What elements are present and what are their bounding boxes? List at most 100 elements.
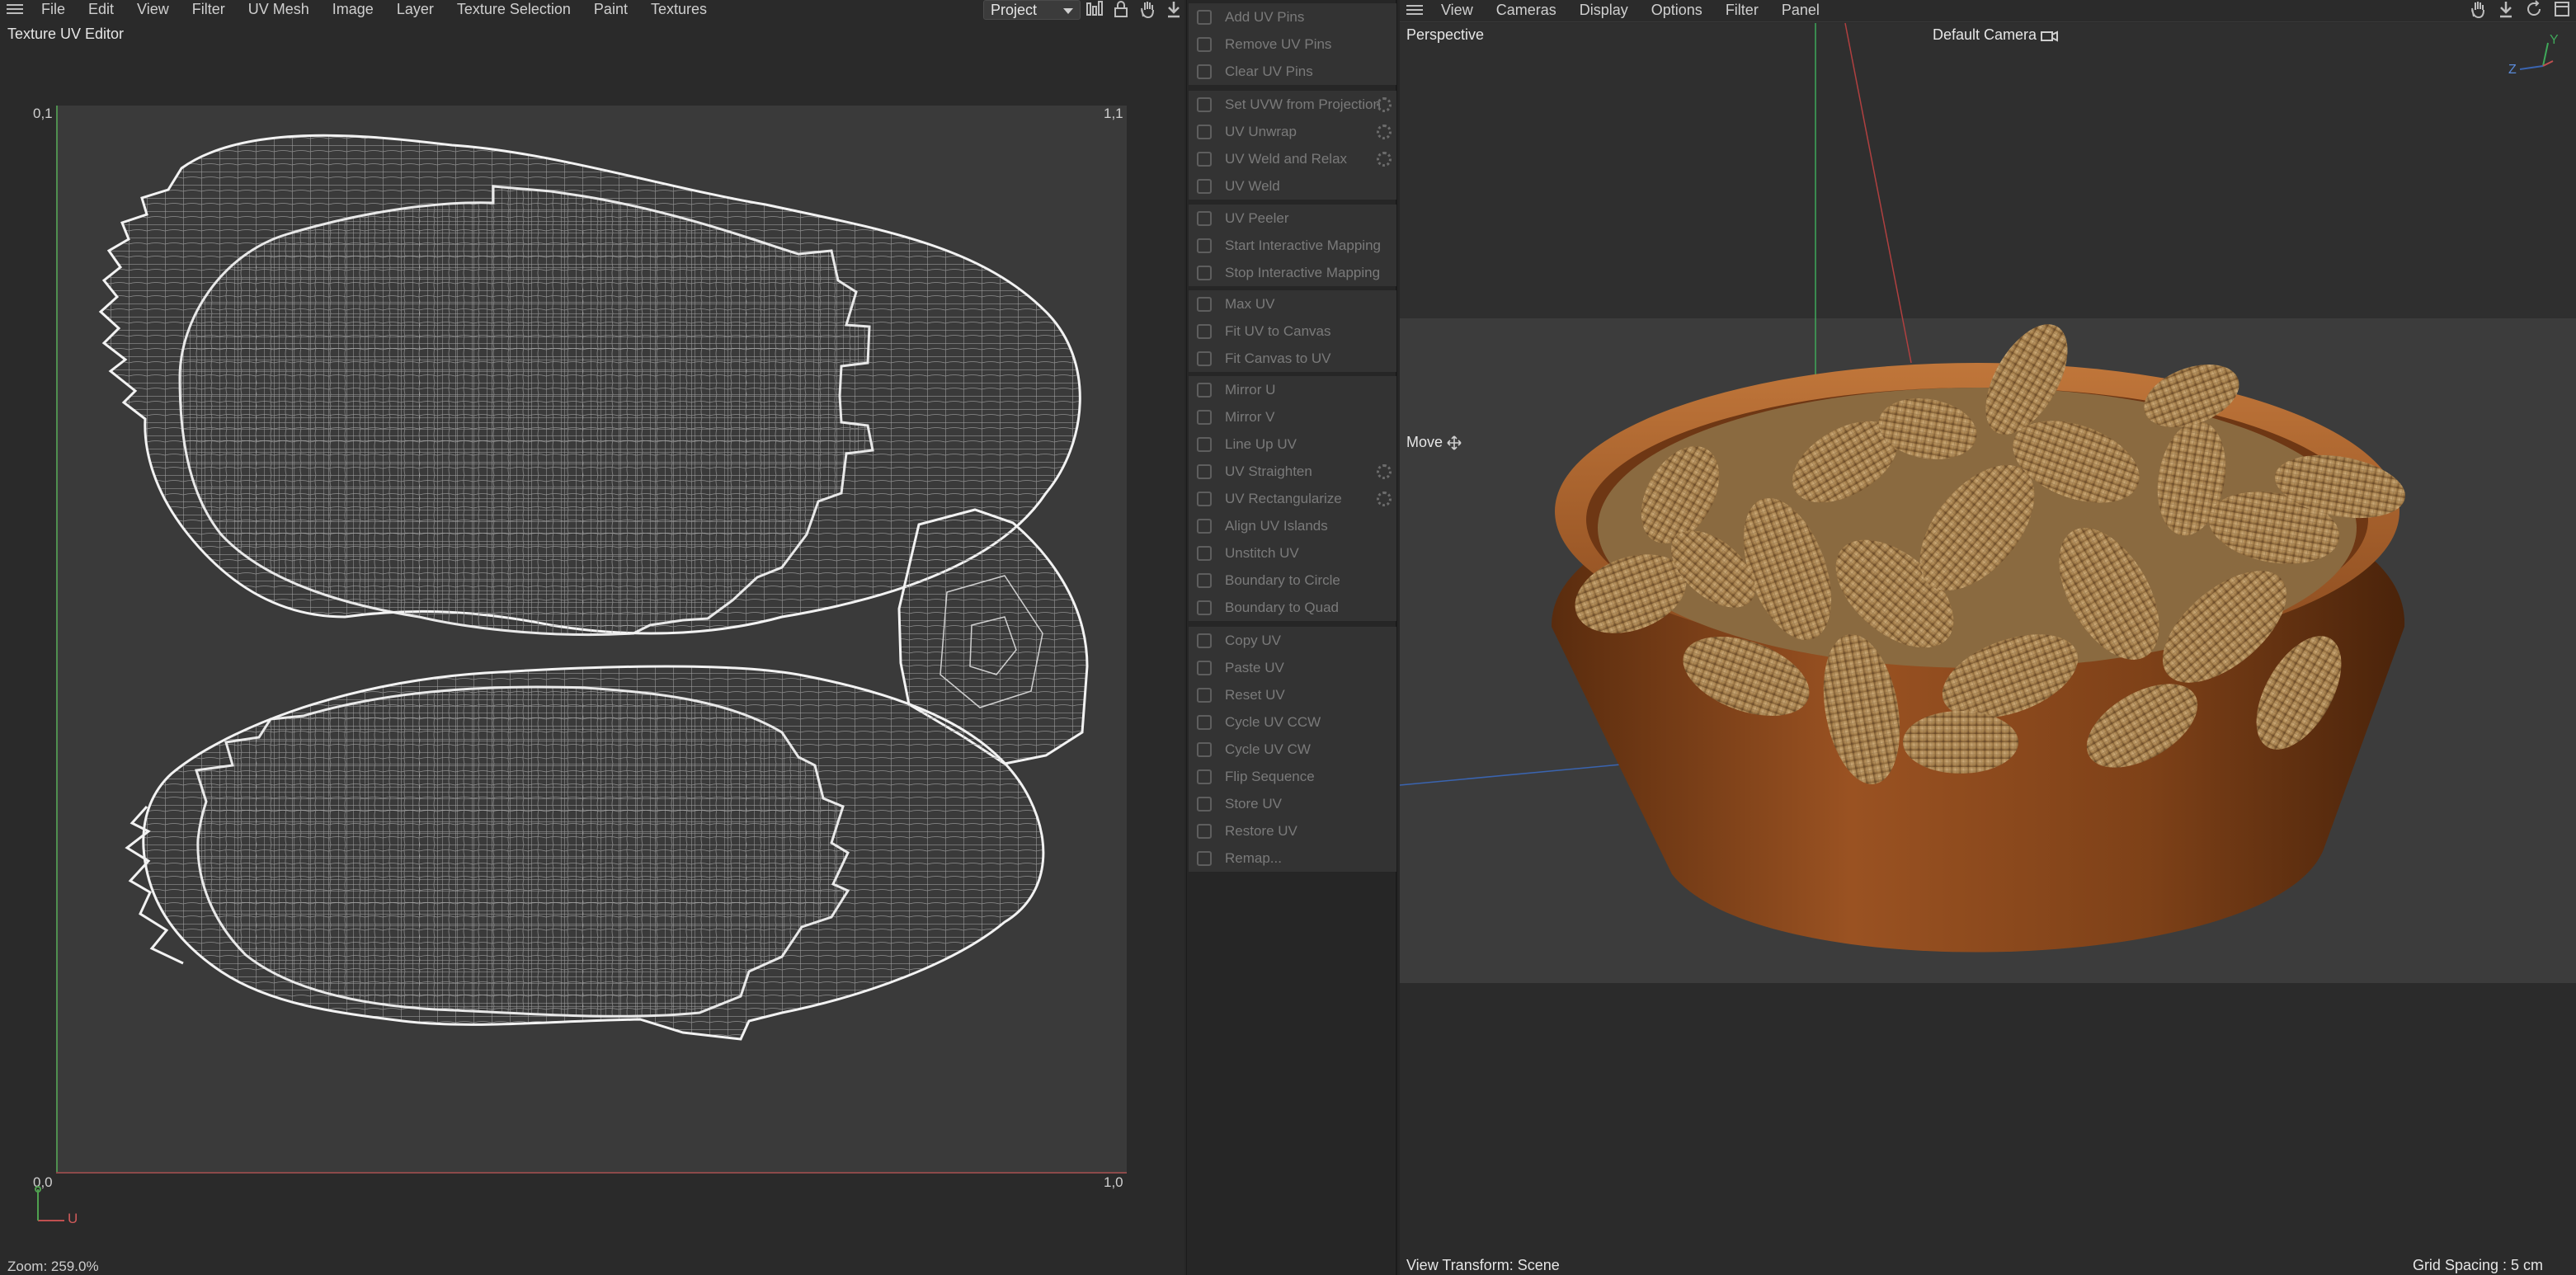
cmd-cycle-uv-ccw[interactable]: Cycle UV CCW xyxy=(1189,708,1396,736)
cmd-remove-uv-pins[interactable]: Remove UV Pins xyxy=(1189,31,1396,58)
gear-icon[interactable] xyxy=(1377,492,1392,506)
view-transform-status: View Transform: Scene xyxy=(1406,1257,1560,1273)
cmd-uv-unwrap[interactable]: UV Unwrap xyxy=(1189,118,1396,145)
cmd-label: Remap... xyxy=(1225,849,1282,866)
cmd-cycle-uv-cw[interactable]: Cycle UV CW xyxy=(1189,736,1396,763)
straighten-icon xyxy=(1197,463,1212,479)
cmd-label: Clear UV Pins xyxy=(1225,63,1313,79)
cmd-label: UV Unwrap xyxy=(1225,123,1297,139)
cmd-label: Boundary to Quad xyxy=(1225,599,1339,615)
cmd-boundary-to-circle[interactable]: Boundary to Circle xyxy=(1189,567,1396,594)
cmd-flip-sequence[interactable]: Flip Sequence xyxy=(1189,763,1396,790)
max-uv-icon xyxy=(1197,296,1212,312)
v-axis-line xyxy=(56,106,58,1173)
uv-menubar: File Edit View Filter UV Mesh Image Laye… xyxy=(0,0,718,18)
uv-island-lower[interactable] xyxy=(125,665,1045,1041)
cmd-label: Unstitch UV xyxy=(1225,544,1299,561)
cmd-restore-uv[interactable]: Restore UV xyxy=(1189,817,1396,845)
gear-icon[interactable] xyxy=(1377,152,1392,167)
menu-edit[interactable]: Edit xyxy=(77,0,125,18)
menu-layer[interactable]: Layer xyxy=(385,0,445,18)
menu-filter[interactable]: Filter xyxy=(181,0,237,18)
corner-label-top-left: 0,1 xyxy=(33,106,53,121)
u-axis-label: U xyxy=(68,1211,78,1226)
align-icon xyxy=(1197,518,1212,534)
menu-texture-selection[interactable]: Texture Selection xyxy=(445,0,582,18)
gear-icon[interactable] xyxy=(1377,464,1392,479)
cmd-label: UV Straighten xyxy=(1225,463,1312,479)
cmd-set-uvw-from-projection[interactable]: Set UVW from Projection xyxy=(1189,91,1396,118)
uv-toolbar xyxy=(1085,0,1183,19)
cmd-label: Boundary to Circle xyxy=(1225,572,1340,588)
gear-icon[interactable] xyxy=(1377,125,1392,139)
cmd-reset-uv[interactable]: Reset UV xyxy=(1189,681,1396,708)
cmd-uv-rectangularize[interactable]: UV Rectangularize xyxy=(1189,485,1396,512)
hamburger-menu-icon[interactable] xyxy=(0,0,30,18)
rectangularize-icon xyxy=(1197,491,1212,506)
cmd-unstitch-uv[interactable]: Unstitch UV xyxy=(1189,539,1396,567)
download-icon[interactable] xyxy=(1165,0,1183,18)
cmd-mirror-u[interactable]: Mirror U xyxy=(1189,376,1396,403)
cmd-label: Fit Canvas to UV xyxy=(1225,350,1331,366)
cmd-line-up-uv[interactable]: Line Up UV xyxy=(1189,430,1396,458)
cmd-clear-uv-pins[interactable]: Clear UV Pins xyxy=(1189,58,1396,85)
cmd-uv-straighten[interactable]: UV Straighten xyxy=(1189,458,1396,485)
cmd-uv-weld[interactable]: UV Weld xyxy=(1189,172,1396,200)
scene-z-axis-line xyxy=(1400,761,1648,786)
menu-view[interactable]: View xyxy=(125,0,181,18)
cmd-uv-peeler[interactable]: UV Peeler xyxy=(1189,205,1396,232)
cmd-fit-uv-to-canvas[interactable]: Fit UV to Canvas xyxy=(1189,318,1396,345)
cmd-store-uv[interactable]: Store UV xyxy=(1189,790,1396,817)
restore-icon xyxy=(1197,823,1212,839)
lock-icon[interactable] xyxy=(1112,0,1130,18)
move-tool-label[interactable]: Move xyxy=(1406,434,1462,451)
cmd-uv-weld-and-relax[interactable]: UV Weld and Relax xyxy=(1189,145,1396,172)
cmd-remap[interactable]: Remap... xyxy=(1189,845,1396,872)
command-group-fit: Max UV Fit UV to Canvas Fit Canvas to UV xyxy=(1189,290,1396,372)
view-axis-gizmo: Y Z xyxy=(2507,33,2564,79)
cmd-max-uv[interactable]: Max UV xyxy=(1189,290,1396,318)
unstitch-icon xyxy=(1197,545,1212,561)
menu-paint[interactable]: Paint xyxy=(582,0,639,18)
layout-icon[interactable] xyxy=(1085,0,1104,18)
cmd-stop-interactive-mapping[interactable]: Stop Interactive Mapping xyxy=(1189,259,1396,286)
move-icon xyxy=(1447,435,1462,450)
menu-textures[interactable]: Textures xyxy=(639,0,718,18)
cmd-start-interactive-mapping[interactable]: Start Interactive Mapping xyxy=(1189,232,1396,259)
cmd-label: UV Weld and Relax xyxy=(1225,150,1348,167)
command-group-transform: Mirror U Mirror V Line Up UV UV Straight… xyxy=(1189,376,1396,621)
cmd-align-uv-islands[interactable]: Align UV Islands xyxy=(1189,512,1396,539)
cmd-paste-uv[interactable]: Paste UV xyxy=(1189,654,1396,681)
cmd-add-uv-pins[interactable]: Add UV Pins xyxy=(1189,3,1396,31)
remap-icon xyxy=(1197,850,1212,866)
viewport-panel[interactable]: View Cameras Display Options Filter Pane… xyxy=(1400,0,2576,1275)
copy-icon xyxy=(1197,633,1212,648)
fit-uv-icon xyxy=(1197,323,1212,339)
cmd-boundary-to-quad[interactable]: Boundary to Quad xyxy=(1189,594,1396,621)
cmd-label: Cycle UV CW xyxy=(1225,741,1311,757)
quad-icon xyxy=(1197,600,1212,615)
gear-icon[interactable] xyxy=(1377,97,1392,112)
cmd-copy-uv[interactable]: Copy UV xyxy=(1189,627,1396,654)
uv-command-palette: Add UV Pins Remove UV Pins Clear UV Pins… xyxy=(1186,0,1397,1275)
mirror-u-icon xyxy=(1197,382,1212,398)
cmd-fit-canvas-to-uv[interactable]: Fit Canvas to UV xyxy=(1189,345,1396,372)
u-axis-line xyxy=(56,1172,1127,1174)
cmd-mirror-v[interactable]: Mirror V xyxy=(1189,403,1396,430)
menu-uv-mesh[interactable]: UV Mesh xyxy=(237,0,321,18)
move-tool-text: Move xyxy=(1406,434,1443,450)
menu-image[interactable]: Image xyxy=(321,0,385,18)
uv-mesh-drawing xyxy=(98,134,1089,1041)
command-group-unwrap: Set UVW from Projection UV Unwrap UV Wel… xyxy=(1189,91,1396,200)
mirror-v-icon xyxy=(1197,409,1212,425)
hand-icon[interactable] xyxy=(1138,0,1156,19)
reset-icon xyxy=(1197,687,1212,703)
cmd-label: Fit UV to Canvas xyxy=(1225,322,1331,339)
scene-x-axis-line xyxy=(1844,22,1912,364)
cmd-label: Reset UV xyxy=(1225,686,1285,703)
cmd-label: UV Weld xyxy=(1225,177,1280,194)
command-group-mapping: UV Peeler Start Interactive Mapping Stop… xyxy=(1189,205,1396,286)
project-select[interactable]: Project xyxy=(983,0,1081,20)
menu-file[interactable]: File xyxy=(30,0,77,18)
cmd-label: Paste UV xyxy=(1225,659,1284,675)
